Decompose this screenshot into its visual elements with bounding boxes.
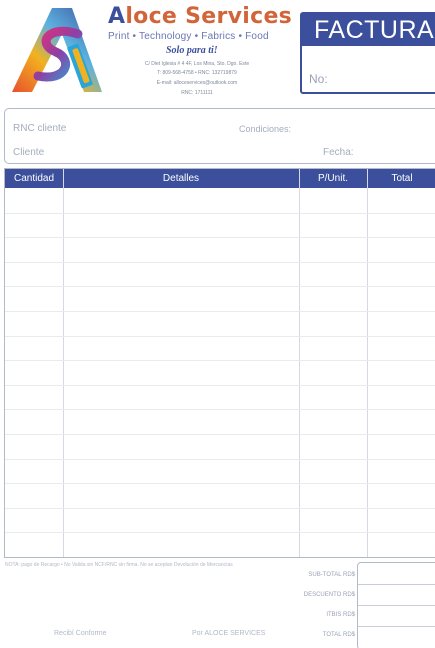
column-total: Total bbox=[391, 173, 413, 184]
company-rnc: RNC: 1711111 bbox=[181, 90, 213, 96]
table-row-line bbox=[5, 286, 435, 288]
table-row-line bbox=[5, 237, 435, 239]
table-row-line bbox=[5, 311, 435, 312]
table-row-line bbox=[5, 261, 435, 263]
date-label: Fecha: bbox=[323, 147, 354, 158]
company-email: E-mail: alloceservices@outlook.com bbox=[156, 80, 238, 86]
total-label: TOTAL RD$ bbox=[322, 632, 355, 638]
company-logo-icon bbox=[12, 8, 102, 92]
table-row-line bbox=[5, 483, 435, 485]
client-name-label: Cliente bbox=[13, 147, 45, 158]
table-row-line bbox=[5, 532, 435, 534]
company-address: C/ Diet Iglesia # 4 4F, Los Mina, Sto. D… bbox=[144, 61, 250, 67]
conditions-label: Condiciones: bbox=[239, 124, 292, 134]
totals-divider bbox=[358, 626, 435, 627]
invoice-title: FACTURA bbox=[302, 14, 435, 46]
table-row-line bbox=[5, 507, 435, 509]
totals-divider bbox=[358, 584, 435, 585]
table-row-line bbox=[5, 384, 435, 386]
table-row-line bbox=[5, 409, 435, 411]
column-divider bbox=[299, 169, 300, 557]
discount-label: DESCUENTO RD$ bbox=[303, 592, 355, 598]
company-name: Aloce Services bbox=[108, 4, 292, 29]
totals-box bbox=[357, 562, 435, 648]
column-details: Detalles bbox=[162, 173, 200, 184]
column-quantity: Cantidad bbox=[13, 173, 55, 184]
signature-client: Recibí Conforme bbox=[54, 630, 107, 637]
itbis-label: ITBIS RD$ bbox=[326, 612, 355, 618]
company-name-rest: loce Services bbox=[125, 4, 293, 29]
company-phone: T: 809-568-4758 • RNC: 132719879 bbox=[157, 70, 237, 76]
signature-company: Por ALOCE SERVICES bbox=[192, 630, 266, 637]
items-table: Cantidad Detalles P/Unit. Total bbox=[4, 168, 435, 558]
rnc-client-label: RNC cliente bbox=[13, 123, 67, 134]
items-table-header: Cantidad Detalles P/Unit. Total bbox=[5, 169, 435, 188]
table-row-line bbox=[5, 434, 435, 435]
subtotal-label: SUB-TOTAL RD$ bbox=[308, 572, 355, 578]
table-row-line bbox=[5, 360, 435, 362]
company-name-initial: A bbox=[108, 4, 126, 29]
column-divider bbox=[63, 169, 64, 557]
invoice-number-box: FACTURA No: bbox=[300, 12, 435, 94]
table-row-line bbox=[5, 335, 435, 337]
company-slogan: Solo para ti! bbox=[166, 45, 218, 56]
invoice-note: NOTA: pago de Recargo • No Valida sin NC… bbox=[5, 562, 233, 568]
column-divider bbox=[367, 169, 368, 557]
client-info-box: RNC cliente Condiciones: Cliente Fecha: bbox=[4, 108, 435, 164]
table-row-line bbox=[5, 458, 435, 460]
column-unit-price: P/Unit. bbox=[317, 173, 348, 184]
totals-divider bbox=[358, 605, 435, 606]
invoice-number-label: No: bbox=[309, 72, 328, 86]
table-row-line bbox=[5, 212, 435, 214]
company-tagline: Print • Technology • Fabrics • Food bbox=[108, 31, 269, 42]
